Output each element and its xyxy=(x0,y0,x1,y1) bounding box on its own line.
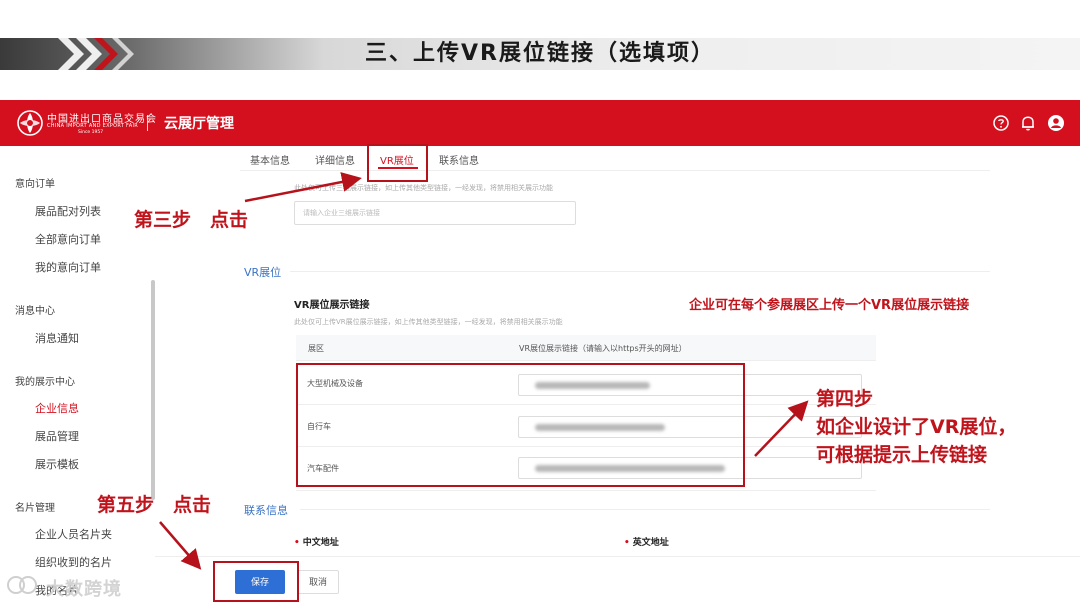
upper-hint-text: 此处仅可上传三维展示链接，如上传其他类型链接，一经发现，将禁用相关展示功能 xyxy=(294,184,553,192)
annotation-step5: 第五步 点击 xyxy=(97,494,212,516)
tab-basic-info[interactable]: 基本信息 xyxy=(250,152,290,167)
tab-detail-info[interactable]: 详细信息 xyxy=(315,152,355,167)
user-icon[interactable] xyxy=(1047,114,1065,132)
sidebar-item-staff-cards[interactable]: 企业人员名片夹 xyxy=(35,526,112,542)
col-vr-link: VR展位展示链接（请输入以https开头的网址） xyxy=(519,344,687,353)
3d-link-placeholder: 请输入企业三维展示链接 xyxy=(303,209,380,217)
bell-icon[interactable] xyxy=(1019,114,1037,132)
sidebar-group-orders[interactable]: 意向订单 xyxy=(15,175,55,190)
vr-table-header: 展区 VR展位展示链接（请输入以https开头的网址） xyxy=(296,335,876,361)
sidebar-item-company-info[interactable]: 企业信息 xyxy=(35,400,79,416)
3d-link-input[interactable]: 请输入企业三维展示链接 xyxy=(294,201,576,225)
sidebar-item-my-orders[interactable]: 我的意向订单 xyxy=(35,259,101,275)
highlight-box-save xyxy=(213,561,299,602)
en-address-text: 英文地址 xyxy=(632,538,669,548)
sidebar-group-messages[interactable]: 消息中心 xyxy=(15,302,55,317)
logo-text-en: CHINA IMPORT AND EXPORT FAIR xyxy=(47,123,139,129)
sidebar-item-product-management[interactable]: 展品管理 xyxy=(35,428,79,444)
section-heading-vr: VR展位 xyxy=(244,266,282,279)
watermark-logo-icon xyxy=(7,576,37,594)
sidebar-group-showcase[interactable]: 我的展示中心 xyxy=(15,373,75,388)
en-address-label: • 英文地址 xyxy=(624,538,669,548)
help-icon[interactable] xyxy=(992,114,1010,132)
canton-fair-logo-icon[interactable] xyxy=(16,109,44,137)
annotation-step4-line2: 如企业设计了VR展位， xyxy=(816,416,1017,438)
cancel-button[interactable]: 取消 xyxy=(297,570,339,594)
tab-divider xyxy=(240,170,990,171)
app-header: 中国进出口商品交易会 CHINA IMPORT AND EXPORT FAIR … xyxy=(0,100,1080,146)
logo-text-since: Since 1957 xyxy=(78,130,104,135)
vr-subtitle: VR展位展示链接 xyxy=(294,300,370,311)
annotation-step3: 第三步 点击 xyxy=(134,209,249,231)
cn-address-text: 中文地址 xyxy=(302,538,339,548)
sidebar-group-cards[interactable]: 名片管理 xyxy=(15,499,55,514)
sidebar-item-product-matching[interactable]: 展品配对列表 xyxy=(35,203,101,219)
vr-hint-text: 此处仅可上传VR展位展示链接，如上传其他类型链接，一经发现，将禁用相关展示功能 xyxy=(294,318,563,326)
cn-address-label: • 中文地址 xyxy=(294,538,339,548)
sidebar-item-notifications[interactable]: 消息通知 xyxy=(35,330,79,346)
sidebar-item-all-orders[interactable]: 全部意向订单 xyxy=(35,231,101,247)
section-divider-vr xyxy=(290,271,990,272)
annotation-note: 企业可在每个参展展区上传一个VR展位展示链接 xyxy=(689,298,970,313)
header-divider xyxy=(147,115,148,131)
highlight-box-vr-tab xyxy=(367,144,428,182)
sidebar-item-display-template[interactable]: 展示模板 xyxy=(35,456,79,472)
slide-title: 三、上传VR展位链接（选填项） xyxy=(365,41,715,66)
sidebar-item-received-cards[interactable]: 组织收到的名片 xyxy=(35,554,112,570)
annotation-step4-title: 第四步 xyxy=(816,388,874,410)
tab-contact-info[interactable]: 联系信息 xyxy=(439,152,479,167)
watermark-text: 大数跨境 xyxy=(46,579,122,600)
table-bottom-border xyxy=(296,490,876,491)
highlight-box-link-inputs xyxy=(296,363,745,487)
app-title: 云展厅管理 xyxy=(164,116,234,132)
annotation-step4-line3: 可根据提示上传链接 xyxy=(816,444,988,466)
section-heading-contact: 联系信息 xyxy=(244,504,288,517)
section-divider-contact xyxy=(300,509,990,510)
col-zone: 展区 xyxy=(308,344,324,353)
